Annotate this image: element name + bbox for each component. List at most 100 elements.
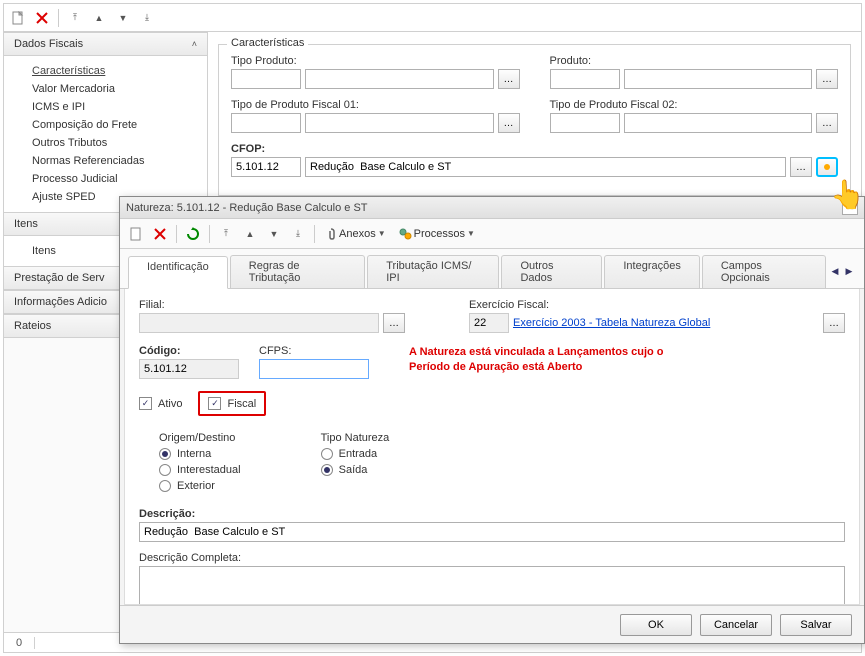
nav-first-icon[interactable]: ⤒ (65, 8, 85, 28)
produto-desc-input[interactable] (624, 69, 813, 89)
ativo-checkbox[interactable]: ✓ Ativo (139, 397, 182, 410)
fiscal-highlight: ✓ Fiscal (198, 391, 266, 416)
produto-lookup-button[interactable]: … (816, 69, 838, 89)
processos-dropdown[interactable]: Processos ▼ (394, 224, 479, 244)
exercicio-lookup-button[interactable]: … (823, 313, 845, 333)
sidebar-items-dados-fiscais: Características Valor Mercadoria ICMS e … (4, 56, 207, 212)
cfps-input[interactable] (259, 359, 369, 379)
paperclip-icon (325, 227, 337, 241)
radio-entrada[interactable]: Entrada (321, 448, 390, 460)
dialog-content: Filial: … Exercício Fiscal: Exercício 20… (124, 289, 860, 605)
ok-button[interactable]: OK (620, 614, 692, 636)
section-title: Rateios (14, 320, 51, 332)
nav-prev-icon[interactable]: ▲ (89, 8, 109, 28)
sidebar-item-outros-tributos[interactable]: Outros Tributos (4, 134, 207, 152)
radio-saida[interactable]: Saída (321, 464, 390, 476)
tpf1-lookup-button[interactable]: … (498, 113, 520, 133)
tpf2-code-input[interactable] (550, 113, 620, 133)
cfps-label: CFPS: (259, 345, 369, 357)
section-title: Itens (14, 218, 38, 230)
dialog-tabs: Identificação Regras de Tributação Tribu… (120, 249, 864, 289)
radio-interestadual[interactable]: Interestadual (159, 464, 241, 476)
tpf1-label: Tipo de Produto Fiscal 01: (231, 99, 520, 111)
cfop-detail-button[interactable] (816, 157, 838, 177)
radio-exterior[interactable]: Exterior (159, 480, 241, 492)
origem-destino-group: Origem/Destino Interna Interestadual Ext… (139, 428, 241, 496)
tipo-produto-lookup-button[interactable]: … (498, 69, 520, 89)
checkbox-icon: ✓ (139, 397, 152, 410)
refresh-icon[interactable] (183, 224, 203, 244)
descricao-label: Descrição: (139, 508, 845, 520)
cancel-button[interactable]: Cancelar (700, 614, 772, 636)
tab-tributacao-icms-ipi[interactable]: Tributação ICMS/ IPI (367, 255, 499, 288)
gears-icon (398, 227, 412, 241)
nav-next-icon[interactable]: ▼ (113, 8, 133, 28)
tipo-nat-title: Tipo Natureza (321, 432, 390, 444)
cfop-code-input[interactable] (231, 157, 301, 177)
nav-first-icon[interactable]: ⤒ (216, 224, 236, 244)
tipo-produto-code-input[interactable] (231, 69, 301, 89)
nav-next-icon[interactable]: ▼ (264, 224, 284, 244)
codigo-input (139, 359, 239, 379)
descricao-input[interactable] (139, 522, 845, 542)
toolbar-separator (58, 9, 59, 27)
close-icon[interactable] (150, 224, 170, 244)
filial-lookup-button[interactable]: … (383, 313, 405, 333)
sidebar-item-normas[interactable]: Normas Referenciadas (4, 152, 207, 170)
close-icon[interactable] (32, 8, 52, 28)
toolbar-separator (176, 225, 177, 243)
natureza-dialog: Natureza: 5.101.12 - Redução Base Calcul… (119, 196, 865, 644)
tpf1-desc-input[interactable] (305, 113, 494, 133)
dialog-title-bar: Natureza: 5.101.12 - Redução Base Calcul… (120, 197, 864, 219)
radio-icon (159, 464, 171, 476)
tab-campos-opcionais[interactable]: Campos Opcionais (702, 255, 826, 288)
dialog-close-button[interactable]: ✕ (842, 201, 858, 215)
tpf2-lookup-button[interactable]: … (816, 113, 838, 133)
nav-last-icon[interactable]: ⤓ (137, 8, 157, 28)
toolbar-separator (209, 225, 210, 243)
tab-integracoes[interactable]: Integrações (604, 255, 699, 288)
section-title: Prestação de Serv (14, 272, 105, 284)
produto-code-input[interactable] (550, 69, 620, 89)
radio-icon (159, 448, 171, 460)
exercicio-link[interactable]: Exercício 2003 - Tabela Natureza Global (513, 317, 819, 329)
tab-scroll-right-icon[interactable]: ▶ (842, 265, 856, 279)
dropdown-arrow-icon: ▼ (467, 229, 475, 238)
sidebar-section-dados-fiscais[interactable]: Dados Fiscais ˄ (4, 32, 207, 56)
sidebar-item-processo-judicial[interactable]: Processo Judicial (4, 170, 207, 188)
nav-prev-icon[interactable]: ▲ (240, 224, 260, 244)
cfop-lookup-button[interactable]: … (790, 157, 812, 177)
cfop-desc-input[interactable] (305, 157, 786, 177)
main-toolbar: ⤒ ▲ ▼ ⤓ (4, 4, 861, 32)
tipo-produto-desc-input[interactable] (305, 69, 494, 89)
filial-input (139, 313, 379, 333)
codigo-label: Código: (139, 345, 239, 357)
status-count: 0 (12, 637, 35, 649)
tab-regras-tributacao[interactable]: Regras de Tributação (230, 255, 365, 288)
fiscal-checkbox[interactable]: ✓ Fiscal (208, 397, 256, 410)
new-doc-icon[interactable] (126, 224, 146, 244)
radio-interna[interactable]: Interna (159, 448, 241, 460)
origem-title: Origem/Destino (159, 432, 241, 444)
sidebar-item-composicao-frete[interactable]: Composição do Frete (4, 116, 207, 134)
new-doc-icon[interactable] (8, 8, 28, 28)
section-title: Dados Fiscais (14, 38, 83, 50)
radio-icon (321, 448, 333, 460)
nav-last-icon[interactable]: ⤓ (288, 224, 308, 244)
tpf1-code-input[interactable] (231, 113, 301, 133)
desc-completa-input[interactable] (139, 566, 845, 605)
sidebar-item-caracteristicas[interactable]: Características (4, 62, 207, 80)
sidebar-item-valor-mercadoria[interactable]: Valor Mercadoria (4, 80, 207, 98)
warning-text: A Natureza está vinculada a Lançamentos … (409, 345, 729, 376)
anexos-label: Anexos (339, 228, 376, 240)
toolbar-separator (314, 225, 315, 243)
tab-outros-dados[interactable]: Outros Dados (501, 255, 602, 288)
save-button[interactable]: Salvar (780, 614, 852, 636)
tpf2-desc-input[interactable] (624, 113, 813, 133)
tab-identificacao[interactable]: Identificação (128, 256, 228, 289)
sidebar-item-icms-ipi[interactable]: ICMS e IPI (4, 98, 207, 116)
dropdown-arrow-icon: ▼ (378, 229, 386, 238)
anexos-dropdown[interactable]: Anexos ▼ (321, 224, 390, 244)
exercicio-code-input (469, 313, 509, 333)
tab-scroll-left-icon[interactable]: ◀ (828, 265, 842, 279)
